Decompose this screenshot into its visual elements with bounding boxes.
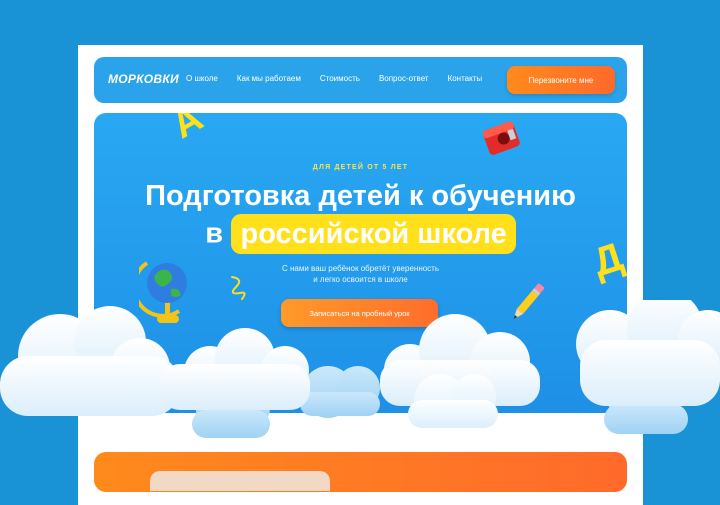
logo[interactable]: МОРКОВКИ [108, 72, 179, 86]
sharpener-icon [482, 121, 520, 155]
squiggle-decoration [231, 276, 246, 300]
callback-button[interactable]: Перезвоните мне [507, 66, 615, 94]
hero-title-highlight: российской школе [231, 214, 516, 254]
menu-item-faq[interactable]: Вопрос-ответ [379, 74, 429, 83]
hero-title-line1: Подготовка детей к обучению [145, 180, 576, 212]
hero-title-line2: в российской школе [94, 214, 627, 254]
menu-item-about[interactable]: О школе [186, 74, 218, 83]
letter-a-decoration: А [165, 113, 210, 148]
main-menu: О школе Как мы работаем Стоимость Вопрос… [186, 74, 501, 83]
menu-item-price[interactable]: Стоимость [320, 74, 360, 83]
clouds-decoration [0, 300, 720, 438]
hero-eyebrow: ДЛЯ ДЕТЕЙ ОТ 5 ЛЕТ [312, 164, 409, 171]
menu-item-how-we-work[interactable]: Как мы работаем [237, 74, 301, 83]
menu-item-contacts[interactable]: Контакты [448, 74, 483, 83]
top-navigation: МОРКОВКИ О школе Как мы работаем Стоимос… [94, 57, 627, 103]
hero-title-prefix: в [205, 217, 224, 250]
